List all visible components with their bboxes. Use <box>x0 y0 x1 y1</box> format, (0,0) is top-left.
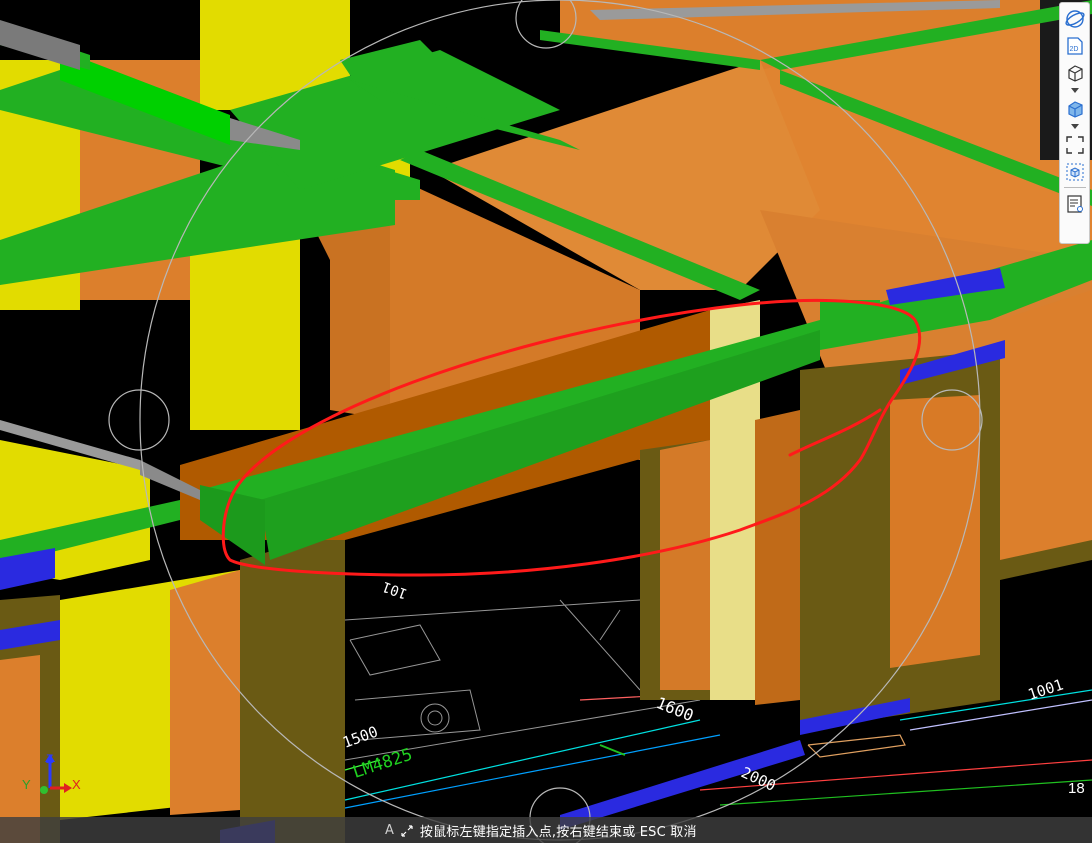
chevron-down-icon <box>1070 124 1079 129</box>
chevron-down-icon <box>1070 88 1079 93</box>
view-mode-dropdown[interactable] <box>1061 86 1088 95</box>
axis-label-y: Y <box>22 777 31 792</box>
status-message: 按鼠标左键指定插入点,按右键结束或 ESC 取消 <box>419 825 697 840</box>
axis-label-x: X <box>72 777 81 792</box>
status-mode-indicator: A <box>385 823 394 838</box>
3d-shaded-button[interactable] <box>1061 95 1088 122</box>
insert-point-icon <box>401 824 413 837</box>
3d-shaded-cube-icon <box>1067 100 1083 118</box>
properties-panel-icon <box>1066 194 1083 213</box>
status-message-group: A 按鼠标左键指定插入点,按右键结束或 ESC 取消 <box>385 821 697 840</box>
2d-view-icon: 2D <box>1066 36 1083 55</box>
3d-wireframe-cube-icon <box>1067 64 1083 82</box>
bim-3d-scene[interactable]: 1600 LM4825 1500 1001 2000 101 <box>0 0 1092 843</box>
status-bar: A 按鼠标左键指定插入点,按右键结束或 ESC 取消 <box>0 817 1092 843</box>
orange-door-panel <box>890 395 980 668</box>
toolbar-separator <box>1063 187 1086 188</box>
orange-column-mid <box>660 440 710 690</box>
orange-wall-lower <box>170 570 240 815</box>
view-cube-icon <box>1066 163 1083 180</box>
3d-viewport[interactable]: 1600 LM4825 1500 1001 2000 101 X Y Z 18 <box>0 0 1092 843</box>
view-cube-button[interactable] <box>1061 158 1088 185</box>
zoom-extents-icon <box>1065 135 1084 154</box>
3d-wireframe-button[interactable] <box>1061 59 1088 86</box>
olive-column-lower <box>240 530 345 843</box>
orange-panel-left <box>0 655 40 843</box>
view-toolbar: 2D <box>1059 2 1090 244</box>
properties-panel-button[interactable] <box>1061 190 1088 217</box>
zoom-extents-button[interactable] <box>1061 131 1088 158</box>
shading-dropdown[interactable] <box>1061 122 1088 131</box>
axis-label-z-text: Z <box>46 752 54 766</box>
2d-view-label: 2D <box>1069 46 1078 53</box>
orbit-button[interactable] <box>1061 5 1088 32</box>
orbit-icon <box>1064 9 1085 28</box>
orange-wall-far-right <box>1000 290 1092 560</box>
2d-view-button[interactable]: 2D <box>1061 32 1088 59</box>
corner-number: 18 <box>1068 780 1085 797</box>
